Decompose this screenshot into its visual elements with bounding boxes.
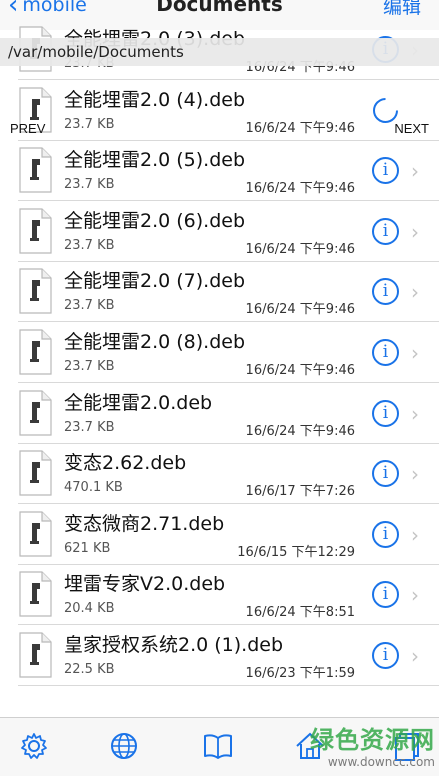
file-size: 23.7 KB bbox=[64, 419, 115, 435]
chevron-right-icon[interactable]: › bbox=[411, 462, 419, 486]
file-date: 16/6/24 下午9:46 bbox=[245, 181, 355, 197]
file-icon bbox=[19, 329, 52, 375]
book-icon[interactable] bbox=[202, 730, 234, 762]
watermark-text: 绿色资源网 bbox=[310, 726, 435, 754]
file-icon bbox=[19, 208, 52, 254]
watermark: 绿色资源网 www.downcc.com bbox=[310, 720, 435, 769]
file-icon bbox=[19, 571, 52, 617]
file-icon bbox=[19, 147, 52, 193]
globe-icon[interactable] bbox=[108, 730, 140, 762]
info-icon[interactable]: i bbox=[372, 339, 399, 366]
next-button[interactable]: NEXT bbox=[394, 121, 429, 136]
chevron-right-icon[interactable]: › bbox=[411, 341, 419, 365]
file-row[interactable]: 全能埋雷2.0 (8).deb 23.7 KB 16/6/24 下午9:46 i › bbox=[0, 323, 439, 383]
file-date: 16/6/24 下午9:46 bbox=[245, 120, 355, 136]
info-icon[interactable]: i bbox=[372, 642, 399, 669]
file-size: 23.7 KB bbox=[64, 359, 115, 374]
file-date: 16/6/23 下午1:59 bbox=[245, 666, 355, 681]
file-row[interactable]: 皇家授权系统2.0 (1).deb 22.5 KB 16/6/23 下午1:59 i › bbox=[0, 626, 439, 686]
file-size: 23.7 KB bbox=[64, 237, 115, 253]
info-icon[interactable]: i bbox=[372, 217, 399, 245]
file-name: 全能埋雷2.0 (6).deb bbox=[64, 209, 246, 232]
file-name: 全能埋雷2.0.deb bbox=[64, 391, 213, 414]
info-icon[interactable]: i bbox=[372, 460, 399, 488]
file-row[interactable]: 变态微商2.71.deb 621 KB 16/6/15 下午12:29 i › bbox=[0, 505, 439, 565]
file-size: 20.4 KB bbox=[64, 601, 115, 617]
watermark-url: www.downcc.com bbox=[327, 755, 435, 769]
info-icon[interactable]: i bbox=[372, 399, 399, 427]
file-size: 22.5 KB bbox=[64, 662, 115, 677]
chevron-right-icon[interactable]: › bbox=[411, 583, 419, 607]
prev-button[interactable]: PREV bbox=[10, 121, 45, 136]
file-row[interactable]: 变态2.62.deb 470.1 KB 16/6/17 下午7:26 i › bbox=[0, 444, 439, 505]
gear-icon[interactable] bbox=[18, 730, 50, 762]
file-icon bbox=[19, 268, 52, 314]
path-breadcrumb: /var/mobile/Documents bbox=[0, 38, 439, 66]
info-icon[interactable]: i bbox=[372, 278, 399, 306]
file-size: 470.1 KB bbox=[64, 480, 123, 496]
file-name: 全能埋雷2.0 (4).deb bbox=[64, 88, 246, 111]
file-icon bbox=[19, 450, 52, 496]
chevron-right-icon[interactable]: › bbox=[411, 159, 419, 183]
file-row[interactable]: 全能埋雷2.0 (4).deb 23.7 KB 16/6/24 下午9:46 bbox=[0, 81, 439, 141]
file-date: 16/6/15 下午12:29 bbox=[237, 544, 355, 560]
file-size: 621 KB bbox=[64, 540, 111, 556]
file-name: 变态微商2.71.deb bbox=[64, 512, 225, 535]
chevron-right-icon[interactable]: › bbox=[411, 523, 419, 547]
chevron-right-icon[interactable]: › bbox=[411, 644, 419, 668]
file-icon bbox=[19, 511, 52, 557]
file-size: 23.7 KB bbox=[64, 298, 115, 314]
loading-spinner-icon bbox=[373, 97, 398, 123]
file-icon bbox=[19, 389, 52, 436]
file-date: 16/6/24 下午8:51 bbox=[245, 605, 355, 621]
file-name: 全能埋雷2.0 (7).deb bbox=[64, 270, 246, 293]
file-row[interactable]: 全能埋雷2.0 (5).deb 23.7 KB 16/6/24 下午9:46 i › bbox=[0, 141, 439, 202]
page-title: Documents bbox=[156, 0, 283, 16]
info-icon[interactable]: i bbox=[372, 520, 399, 548]
file-icon bbox=[19, 632, 52, 678]
file-row[interactable]: 全能埋雷2.0 (6).deb 23.7 KB 16/6/24 下午9:46 i › bbox=[0, 202, 439, 262]
file-date: 16/6/24 下午9:46 bbox=[245, 423, 355, 439]
file-row[interactable]: 全能埋雷2.0.deb 23.7 KB 16/6/24 下午9:46 i › bbox=[0, 384, 439, 444]
file-name: 变态2.62.deb bbox=[64, 452, 187, 475]
chevron-right-icon[interactable]: › bbox=[411, 402, 419, 426]
file-name: 埋雷专家V2.0.deb bbox=[64, 573, 226, 596]
file-name: 全能埋雷2.0 (8).deb bbox=[64, 331, 246, 353]
chevron-right-icon[interactable]: › bbox=[411, 280, 419, 304]
file-date: 16/6/24 下午9:46 bbox=[245, 241, 355, 257]
file-date: 16/6/24 下午9:46 bbox=[245, 363, 355, 378]
file-date: 16/6/17 下午7:26 bbox=[245, 484, 355, 500]
file-name: 全能埋雷2.0 (5).deb bbox=[64, 149, 246, 172]
info-icon[interactable]: i bbox=[372, 581, 399, 609]
file-size: 23.7 KB bbox=[64, 116, 115, 132]
file-name: 皇家授权系统2.0 (1).deb bbox=[64, 634, 284, 656]
chevron-right-icon[interactable]: › bbox=[411, 220, 419, 244]
file-row[interactable]: 全能埋雷2.0 (7).deb 23.7 KB 16/6/24 下午9:46 i › bbox=[0, 262, 439, 323]
file-date: 16/6/24 下午9:46 bbox=[245, 302, 355, 318]
file-size: 23.7 KB bbox=[64, 177, 115, 193]
file-row[interactable]: 埋雷专家V2.0.deb 20.4 KB 16/6/24 下午8:51 i › bbox=[0, 565, 439, 626]
row-separator bbox=[18, 685, 439, 686]
edit-button[interactable]: 编辑 bbox=[383, 0, 421, 19]
info-icon[interactable]: i bbox=[372, 157, 399, 185]
